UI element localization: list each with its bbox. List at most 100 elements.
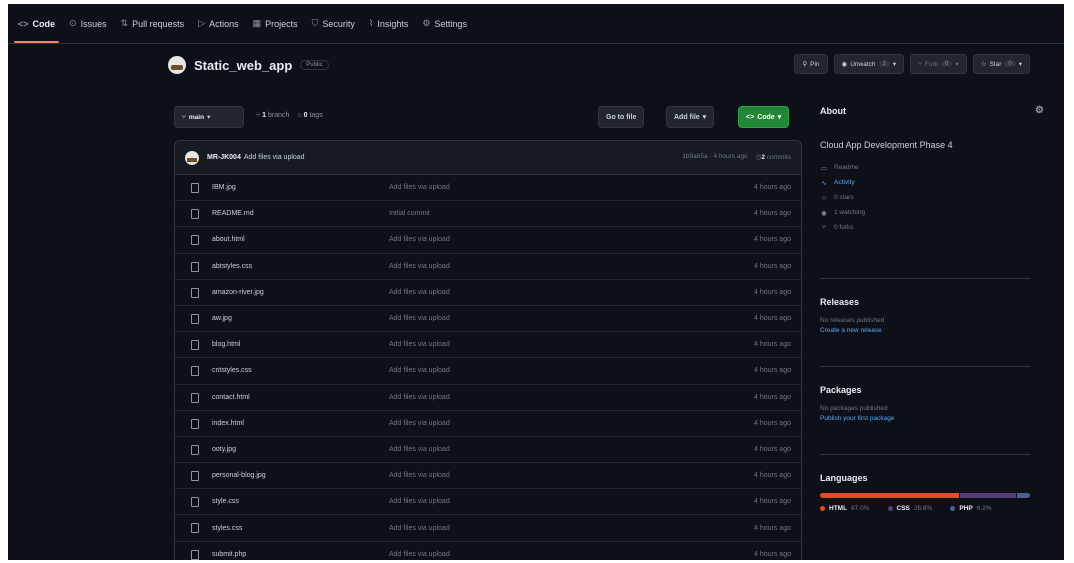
repo-name[interactable]: Static_web_app	[194, 58, 292, 73]
file-commit-message[interactable]: Add files via upload	[389, 498, 450, 505]
author-avatar[interactable]	[185, 150, 199, 165]
tags-link[interactable]: ⌂ 0 tags	[297, 112, 322, 119]
watching-link[interactable]: ◉ 1 watching	[820, 205, 1040, 220]
table-row[interactable]: ooty.jpg Add files via upload 4 hours ago	[175, 437, 801, 464]
table-row[interactable]: contact.html Add files via upload 4 hours …	[175, 385, 801, 411]
table-row[interactable]: cntstyles.css Add files via upload 4 hours…	[175, 358, 801, 385]
file-commit-message[interactable]: Add files via upload	[389, 341, 450, 348]
file-commit-message[interactable]: Add files via upload	[389, 315, 450, 322]
table-row[interactable]: index.html Add files via upload 4 hours ag…	[175, 411, 801, 437]
tab-label: Security	[322, 18, 355, 29]
file-commit-message[interactable]: Add files via upload	[389, 446, 450, 453]
file-name[interactable]: submit.php	[212, 551, 246, 558]
language-item[interactable]: PHP 6.2%	[950, 505, 992, 512]
file-commit-message[interactable]: Add files via upload	[389, 236, 450, 243]
file-commit-message[interactable]: Add files via upload	[389, 184, 450, 191]
file-name[interactable]: about.html	[212, 236, 245, 243]
activity-link[interactable]: ∿ Activity	[820, 175, 1040, 190]
create-release-link[interactable]: Create a new release	[820, 327, 1030, 334]
branches-link[interactable]: ⑂ 1 branch	[256, 112, 289, 119]
language-percent: 26.8%	[913, 505, 933, 512]
table-row[interactable]: amazon-river.jpg Add files via upload 4 ho…	[175, 280, 801, 306]
tab-issues[interactable]: ⊙ Issues	[69, 4, 107, 43]
file-time: 4 hours ago	[754, 341, 791, 349]
tab-code[interactable]: <> Code	[13, 4, 60, 43]
tab-settings[interactable]: ⚙ Settings	[422, 4, 467, 43]
language-list: HTML 67.0% CSS 26.8% PHP 6.2%	[820, 505, 1030, 512]
table-row[interactable]: blog.html Add files via upload 4 hours ago	[175, 332, 801, 359]
tab-projects[interactable]: ▦ Projects	[253, 4, 298, 43]
table-row[interactable]: README.md Initial commit 4 hours ago	[175, 201, 801, 228]
table-row[interactable]: about.html Add files via upload 4 hours ag…	[175, 227, 801, 254]
table-row[interactable]: submit.php Add files via upload 4 hours ag…	[175, 542, 801, 560]
table-row[interactable]: IBM.jpg Add files via upload 4 hours ago	[175, 175, 801, 202]
file-icon	[191, 183, 199, 193]
latest-commit: MR-JK004 Add files via upload 1b9ab5a · …	[175, 141, 801, 175]
owner-avatar[interactable]	[168, 56, 186, 74]
tab-insights[interactable]: ⌇ Insights	[369, 4, 408, 43]
unwatch-label: Unwatch	[850, 60, 876, 68]
file-commit-message[interactable]: Add files via upload	[389, 472, 450, 479]
file-time: 4 hours ago	[754, 419, 791, 427]
gear-icon[interactable]: ⚙	[1035, 105, 1044, 116]
publish-package-link[interactable]: Publish your first package	[820, 415, 1030, 422]
forks-link[interactable]: ⑂ 0 forks	[820, 220, 1040, 235]
commit-message[interactable]: Add files via upload	[244, 154, 305, 161]
commit-author[interactable]: MR-JK004	[207, 154, 241, 161]
code-label: Code	[757, 113, 775, 121]
file-name[interactable]: style.css	[212, 498, 239, 505]
language-item[interactable]: CSS 26.8%	[887, 505, 933, 512]
languages-section: Languages HTML 67.0% CSS 26.8% PHP 6.2%	[820, 454, 1030, 512]
file-name[interactable]: contact.html	[212, 394, 250, 401]
branch-selector[interactable]: ⑂ main ▾	[174, 106, 244, 128]
file-commit-message[interactable]: Add files via upload	[389, 551, 450, 558]
table-row[interactable]: style.css Add files via upload 4 hours ago	[175, 489, 801, 516]
go-to-file-button[interactable]: Go to file	[598, 106, 645, 128]
file-icon	[191, 471, 199, 482]
table-row[interactable]: aw.jpg Add files via upload 4 hours ago	[175, 306, 801, 333]
file-commit-message[interactable]: Add files via upload	[389, 525, 450, 532]
tab-security[interactable]: ⛉ Security	[312, 4, 355, 43]
file-commit-message[interactable]: Add files via upload	[389, 263, 450, 270]
tab-pull-requests[interactable]: ⇅ Pull requests	[121, 4, 185, 43]
table-row[interactable]: styles.css Add files via upload 4 hours ag…	[175, 515, 801, 542]
fork-button[interactable]: ⑂ Fork 0 ▾	[910, 54, 967, 74]
unwatch-button[interactable]: ◉ Unwatch 1 ▾	[833, 54, 905, 74]
file-name[interactable]: index.html	[212, 420, 244, 427]
commits-link[interactable]: ◷2 commits	[756, 153, 791, 161]
pin-button[interactable]: ⚲ Pin	[794, 54, 828, 74]
file-commit-message[interactable]: Add files via upload	[389, 367, 450, 374]
table-row[interactable]: abtstyles.css Add files via upload 4 hours…	[175, 254, 801, 280]
file-commit-message[interactable]: Initial commit	[389, 210, 430, 217]
file-name[interactable]: cntstyles.css	[212, 367, 252, 374]
stars-link[interactable]: ☆ 0 stars	[820, 190, 1040, 205]
file-name[interactable]: ooty.jpg	[212, 446, 236, 453]
file-commit-message[interactable]: Add files via upload	[389, 394, 450, 401]
language-item[interactable]: HTML 67.0%	[820, 505, 870, 512]
packages-title[interactable]: Packages	[820, 385, 1030, 395]
table-row[interactable]: personal-blog.jpg Add files via upload 4 h…	[175, 463, 801, 490]
releases-title[interactable]: Releases	[820, 297, 1030, 307]
chevron-down-icon: ▾	[207, 114, 211, 121]
file-name[interactable]: personal-blog.jpg	[212, 472, 266, 479]
file-name[interactable]: blog.html	[212, 341, 240, 348]
file-name[interactable]: README.md	[212, 210, 254, 217]
file-name[interactable]: IBM.jpg	[212, 184, 236, 191]
commit-sha[interactable]: 1b9ab5a	[682, 153, 707, 160]
tab-icon: ⛉	[311, 18, 319, 28]
tab-icon: ⚙	[422, 18, 431, 28]
tab-actions[interactable]: ▷ Actions	[198, 4, 238, 43]
file-commit-message[interactable]: Add files via upload	[389, 289, 450, 296]
file-name[interactable]: styles.css	[212, 525, 242, 532]
about-description: Cloud App Development Phase 4	[820, 140, 953, 150]
code-button[interactable]: <> Code ▾	[738, 106, 790, 128]
file-name[interactable]: aw.jpg	[212, 315, 232, 322]
watch-count: 1	[878, 61, 890, 67]
star-button[interactable]: ☆ Star 0 ▾	[972, 54, 1030, 74]
file-name[interactable]: abtstyles.css	[212, 263, 252, 270]
add-file-button[interactable]: Add file ▾	[666, 106, 715, 128]
language-name: CSS	[896, 505, 910, 512]
readme-link[interactable]: ▭ Readme	[820, 160, 1040, 175]
file-name[interactable]: amazon-river.jpg	[212, 289, 264, 296]
file-commit-message[interactable]: Add files via upload	[389, 420, 450, 427]
